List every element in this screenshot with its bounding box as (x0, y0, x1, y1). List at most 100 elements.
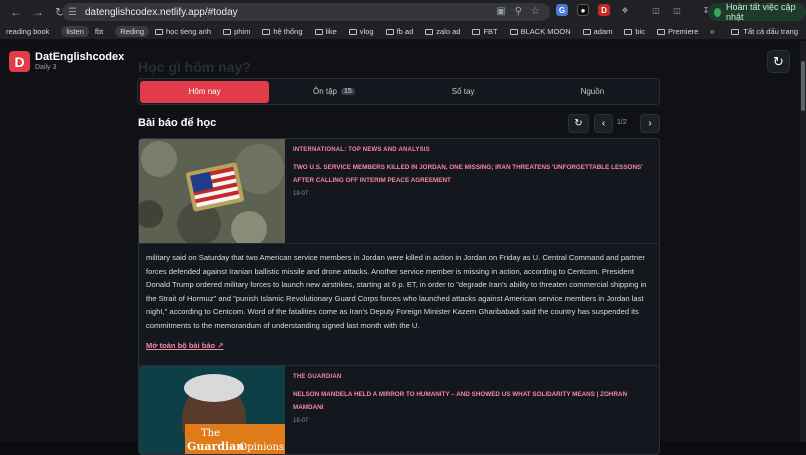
bookmark-item[interactable]: adam (582, 27, 613, 36)
section-title: Bài báo để học (138, 117, 217, 129)
site-info-icon[interactable]: ☰ (68, 7, 77, 18)
extension-d-icon[interactable]: D (598, 4, 610, 16)
update-button[interactable]: Hoàn tất việc cập nhật (708, 2, 806, 22)
bookmark-item[interactable]: listen (61, 26, 89, 37)
brand-subtitle: Daily 3 (35, 64, 57, 71)
tab-label: Ôn tập (312, 87, 337, 96)
puzzle-icon[interactable]: ❖ (619, 4, 631, 16)
bookmark-label: Premiere (667, 27, 699, 36)
page-title: Học gì hôm nay? (138, 59, 251, 75)
bookmark-label: vlog (359, 27, 374, 36)
thumb-text: The (201, 428, 220, 439)
bookmark-label: học tieng anh (166, 27, 212, 36)
tab-review[interactable]: Ôn tập 15 (269, 81, 398, 103)
scrollbar[interactable] (800, 41, 806, 442)
refresh-button[interactable]: ↻ (767, 50, 790, 73)
cast-icon[interactable]: ◫ (671, 4, 683, 16)
article-date: 18-07 (293, 418, 309, 424)
bookmark-item[interactable]: học tieng anh (155, 27, 211, 36)
refresh-icon: ↻ (773, 53, 784, 69)
article-body: military said on Saturday that two Ameri… (146, 253, 647, 330)
article-thumbnail (139, 139, 285, 243)
bookmark-item[interactable]: vlog (348, 27, 374, 36)
bookmark-item[interactable]: like (314, 27, 337, 36)
bookmark-label: fbt (94, 27, 104, 36)
all-bookmarks-label: Tất cả dấu trang (743, 27, 798, 36)
browser-toolbar: ← → ↻ ☰ datenglishcodex.netlify.app/#tod… (0, 0, 806, 24)
tab-sources[interactable]: Nguồn (528, 81, 657, 103)
reload-articles-button[interactable]: ↻ (568, 114, 589, 133)
bookmark-label: hệ thống (273, 27, 303, 36)
chevron-left-icon: ‹ (601, 118, 606, 129)
folder-icon (582, 28, 591, 35)
key-icon[interactable]: ⚲ (515, 6, 522, 17)
tab-label: Sổ tay (451, 87, 475, 96)
app-root: D DatEnglishcodex Daily 3 ↻ Học gì hôm n… (0, 41, 800, 455)
article-source: THE GUARDIAN (293, 374, 342, 380)
open-article-link[interactable]: Mở toàn bộ bài báo ↗ (146, 341, 223, 350)
url-text: datenglishcodex.netlify.app/#today (84, 6, 238, 18)
address-bar[interactable]: ☰ datenglishcodex.netlify.app/#today ▣ ⚲… (62, 3, 550, 21)
bookmark-item[interactable]: fb ad (385, 27, 414, 36)
bookmark-item[interactable]: hệ thống (262, 27, 303, 36)
article-meta: INTERNATIONAL: TOP NEWS AND ANALYSIS TWO… (293, 147, 653, 197)
article-headline[interactable]: NELSON MANDELA HELD A MIRROR TO HUMANITY… (293, 388, 653, 414)
bookmark-label: Reding (120, 27, 145, 36)
page-indicator: 1/2 (617, 119, 627, 126)
folder-icon (509, 28, 518, 35)
install-icon[interactable]: ▣ (496, 6, 505, 17)
article-meta: THE GUARDIAN NELSON MANDELA HELD A MIRRO… (293, 374, 653, 424)
soldier-flag-patch-image (139, 139, 285, 243)
extension-icon[interactable]: ● (577, 4, 589, 16)
folder-icon (472, 28, 481, 35)
scroll-thumb[interactable] (801, 61, 805, 111)
folder-icon (385, 28, 394, 35)
all-bookmarks[interactable]: Tất cả dấu trang (731, 27, 798, 36)
refresh-icon: ↻ (574, 118, 583, 129)
folder-icon (348, 28, 357, 35)
bookmark-label: listen (66, 27, 84, 36)
bookmark-item[interactable]: Reding (115, 26, 150, 37)
folder-icon (262, 28, 271, 35)
tab-today[interactable]: Hôm nay (140, 80, 270, 103)
article-source: INTERNATIONAL: TOP NEWS AND ANALYSIS (293, 147, 430, 153)
bookmark-item[interactable]: reading book (6, 27, 49, 36)
folder-icon (425, 28, 434, 35)
update-status-icon (714, 7, 722, 17)
forward-icon[interactable]: → (28, 2, 48, 22)
article-date: 19-07 (293, 191, 309, 197)
chevron-right-icon: › (648, 118, 652, 129)
bookmark-item[interactable]: BLACK MOON (509, 27, 571, 36)
bookmark-item[interactable]: zalo ad (425, 27, 460, 36)
back-icon[interactable]: ← (6, 2, 26, 22)
star-icon[interactable]: ☆ (531, 6, 540, 17)
brand-name: DatEnglishcodex (35, 51, 125, 63)
folder-icon (155, 28, 164, 35)
bookmark-item[interactable]: FBT (472, 27, 498, 36)
sidepanel-icon[interactable]: ◫ (650, 4, 662, 16)
more-bookmarks-icon[interactable]: » (710, 27, 714, 36)
folder-icon (656, 28, 665, 35)
prev-page-button[interactable]: ‹ (594, 114, 613, 133)
bookmark-label: fb ad (396, 27, 414, 36)
folder-icon (731, 28, 740, 35)
tab-label: Hôm nay (188, 87, 221, 96)
tab-bar: Hôm nay Ôn tập 15 Sổ tay Nguồn (137, 78, 660, 105)
thumb-text: Opinions (239, 442, 284, 453)
translate-extension-icon[interactable]: G (556, 4, 568, 16)
bookmark-item[interactable]: bic (624, 27, 645, 36)
folder-icon (314, 28, 323, 35)
app-logo: D (9, 51, 30, 72)
bookmark-item[interactable]: Premiere (656, 27, 699, 36)
folder-icon (223, 28, 232, 35)
bookmark-label: BLACK MOON (520, 27, 571, 36)
article-card: INTERNATIONAL: TOP NEWS AND ANALYSIS TWO… (138, 138, 660, 399)
bookmark-label: FBT (483, 27, 498, 36)
tab-notebook[interactable]: Sổ tay (399, 81, 528, 103)
article-headline[interactable]: TWO U.S. SERVICE MEMBERS KILLED IN JORDA… (293, 161, 653, 187)
update-label: Hoàn tất việc cập nhật (726, 2, 796, 22)
bookmark-item[interactable]: phim (223, 27, 250, 36)
bookmark-label: adam (593, 27, 613, 36)
bookmark-item[interactable]: fbt (95, 27, 103, 36)
next-page-button[interactable]: › (640, 114, 660, 133)
